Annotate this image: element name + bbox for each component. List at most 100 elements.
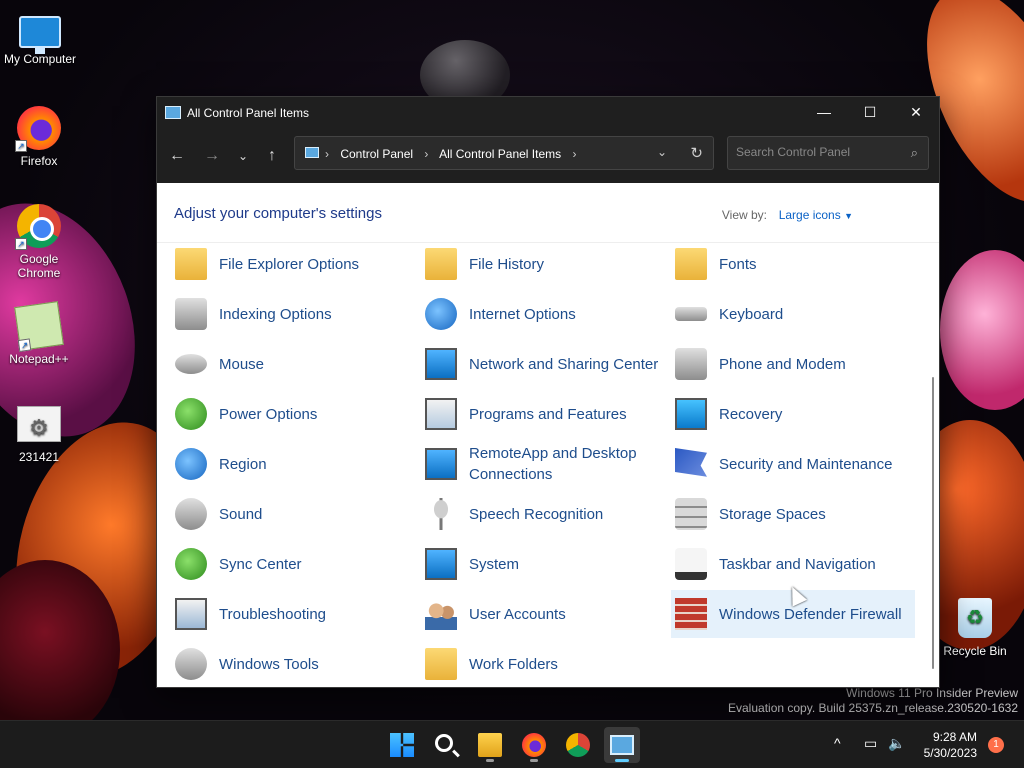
desktop-icon-label: Google Chrome [17,252,61,280]
address-bar[interactable]: › Control Panel › All Control Panel Item… [294,136,714,170]
item-security-maintenance[interactable]: Security and Maintenance [671,440,915,488]
notification-badge[interactable]: 1 [988,737,1004,753]
item-file-history[interactable]: File History [421,240,665,288]
item-power-options[interactable]: Power Options [171,390,415,438]
power-icon [175,398,207,430]
item-region[interactable]: Region [171,440,415,488]
item-label: File Explorer Options [219,255,360,273]
search-box[interactable]: ⌕ [727,136,929,170]
desktop-icon-notepadpp[interactable]: ↗ Notepad++ [0,301,79,366]
globe-icon [425,298,457,330]
item-windows-tools[interactable]: Windows Tools [171,640,415,688]
item-label: Speech Recognition [469,505,604,523]
refresh-icon[interactable]: ↻ [690,144,703,162]
shortcut-arrow-icon: ↗ [15,140,27,152]
clock-time: 9:28 AM [932,730,977,744]
minimize-button[interactable]: — [801,97,847,129]
control-panel-window: All Control Panel Items — ☐ ✕ ← → ⌄ ↑ › … [156,96,940,688]
item-speech-recognition[interactable]: Speech Recognition [421,490,665,538]
item-taskbar-navigation[interactable]: Taskbar and Navigation [671,540,915,588]
item-label: Taskbar and Navigation [719,555,876,573]
recovery-icon [675,398,707,430]
volume-icon[interactable]: 🔈 [888,735,905,752]
item-indexing-options[interactable]: Indexing Options [171,290,415,338]
taskbar-firefox[interactable] [516,727,552,763]
microphone-icon [425,498,457,530]
item-sound[interactable]: Sound [171,490,415,538]
start-button[interactable] [384,727,420,763]
wallpaper-shape [940,250,1024,410]
chrome-icon [566,733,590,757]
content-header: Adjust your computer's settings View by:… [157,183,939,243]
item-remoteapp[interactable]: RemoteApp and Desktop Connections [421,440,665,488]
control-panel-icon [610,735,634,755]
desktop-icon-231421[interactable]: ⚙ 231421 [0,406,79,464]
taskbar-chrome[interactable] [560,727,596,763]
scrollbar-thumb[interactable] [932,377,934,669]
address-dropdown-icon[interactable]: ⌄ [657,145,667,159]
clock[interactable]: 9:28 AM 5/30/2023 [915,729,977,761]
item-sync-center[interactable]: Sync Center [171,540,415,588]
back-button[interactable]: ← [163,143,191,169]
item-fonts[interactable]: Fonts [671,240,915,288]
close-button[interactable]: ✕ [893,97,939,129]
desktop-icon-chrome[interactable]: ↗ Google Chrome [0,204,79,280]
breadcrumb-control-panel[interactable]: Control Panel [340,147,413,161]
item-recovery[interactable]: Recovery [671,390,915,438]
breadcrumb-separator-icon[interactable]: › [572,147,576,161]
item-mouse[interactable]: Mouse [171,340,415,388]
breadcrumb-separator-icon[interactable]: › [424,147,428,161]
taskbar-control-panel[interactable] [604,727,640,763]
mouse-icon [175,354,207,374]
close-icon: ✕ [910,104,922,120]
arrow-right-icon: → [204,147,220,164]
item-internet-options[interactable]: Internet Options [421,290,665,338]
search-icon[interactable]: ⌕ [911,145,918,161]
view-by-dropdown[interactable]: Large icons ▼ [779,208,853,222]
breadcrumb-all-items[interactable]: All Control Panel Items [439,147,561,161]
desktop-icon-my-computer[interactable]: My Computer [0,10,80,66]
desktop-icon-label: 231421 [18,450,60,464]
show-hidden-icons-chevron-icon[interactable]: ^ [834,735,841,751]
item-network-sharing-center[interactable]: Network and Sharing Center [421,340,665,388]
flag-icon [675,448,707,477]
breadcrumb-separator-icon: › [325,147,329,161]
item-label: Sound [219,505,263,523]
caret-down-icon: ▼ [844,211,853,221]
view-by-value: Large icons [778,208,841,222]
item-keyboard[interactable]: Keyboard [671,290,915,338]
up-button[interactable]: ↑ [258,143,286,169]
desktop-icon-recycle-bin[interactable]: ♻ Recycle Bin [935,598,1015,658]
search-input[interactable] [736,145,896,159]
item-troubleshooting[interactable]: Troubleshooting [171,590,415,638]
taskbar-search-button[interactable] [428,727,464,763]
item-storage-spaces[interactable]: Storage Spaces [671,490,915,538]
item-label: Windows Tools [219,655,319,673]
sync-icon [175,548,207,580]
taskbar-file-explorer[interactable] [472,727,508,763]
desktop-icon-label: Notepad++ [9,352,69,366]
item-label: Region [219,455,267,473]
item-programs-and-features[interactable]: Programs and Features [421,390,665,438]
programs-icon [425,398,457,430]
maximize-button[interactable]: ☐ [847,97,893,129]
item-label: Troubleshooting [219,605,327,623]
active-indicator [615,759,629,762]
item-file-explorer-options[interactable]: File Explorer Options [171,240,415,288]
computer-icon [19,16,61,54]
item-phone-and-modem[interactable]: Phone and Modem [671,340,915,388]
folder-options-icon [175,248,207,280]
network-icon[interactable]: ▭ [864,735,877,752]
item-user-accounts[interactable]: User Accounts [421,590,665,638]
running-indicator [530,759,538,762]
title-bar[interactable]: All Control Panel Items — ☐ ✕ [157,97,939,129]
content-area: Adjust your computer's settings View by:… [157,183,939,687]
recent-locations-button[interactable]: ⌄ [229,143,257,169]
item-work-folders[interactable]: Work Folders [421,640,665,688]
vertical-scrollbar[interactable] [929,243,937,687]
desktop-icon-firefox[interactable]: ↗ Firefox [0,106,79,168]
item-system[interactable]: System [421,540,665,588]
forward-button[interactable]: → [198,143,226,169]
view-by-label: View by: [721,208,767,222]
keyboard-icon [675,307,707,321]
